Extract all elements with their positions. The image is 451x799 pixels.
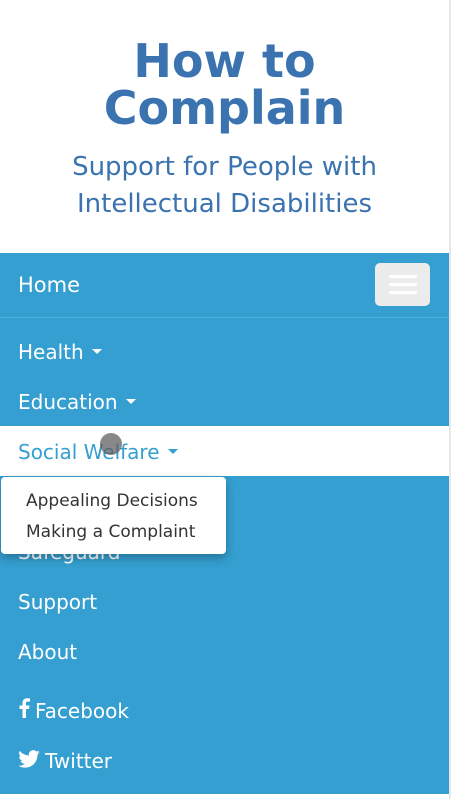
site-title: How to Complain [0,38,449,132]
twitter-icon [18,747,40,775]
navbar-divider [0,317,449,318]
nav-item-education[interactable]: Education [18,388,136,416]
social-welfare-dropdown-menu: Appealing Decisions Making a Complaint [1,477,226,554]
mouse-cursor-indicator [100,433,122,455]
nav-item-label: Twitter [45,749,113,773]
nav-item-social-welfare-active[interactable]: Social Welfare [0,426,449,476]
nav-item-about[interactable]: About [18,638,77,666]
nav-item-label: Health [18,340,84,364]
nav-item-label: Facebook [35,699,129,723]
site-title-line-1: How to [133,34,316,88]
nav-item-social-welfare[interactable]: Social Welfare [18,438,178,466]
dropdown-item-making-a-complaint[interactable]: Making a Complaint [26,520,195,544]
page-bottom-strip [0,794,449,799]
nav-item-health[interactable]: Health [18,338,102,366]
navbar-toggle-button[interactable] [375,263,430,306]
nav-item-label: Support [18,590,98,614]
nav-item-label: Education [18,390,118,414]
nav-item-support[interactable]: Support [18,588,97,616]
nav-item-facebook[interactable]: Facebook [18,697,129,727]
site-subtitle-line-1: Support for People with [72,152,377,182]
navbar-brand-home[interactable]: Home [18,270,80,300]
site-subtitle: Support for People with Intellectual Dis… [0,149,449,223]
nav-item-label: About [18,640,78,664]
site-title-line-2: Complain [103,81,346,135]
caret-down-icon [167,449,178,454]
nav-item-label: Social Welfare [18,440,160,464]
site-subtitle-line-2: Intellectual Disabilities [76,189,373,219]
dropdown-item-appealing-decisions[interactable]: Appealing Decisions [26,489,198,513]
caret-down-icon [91,349,102,354]
facebook-icon [18,697,30,725]
site-header: How to Complain Support for People with … [0,0,449,253]
caret-down-icon [125,399,136,404]
nav-item-twitter[interactable]: Twitter [18,747,112,777]
